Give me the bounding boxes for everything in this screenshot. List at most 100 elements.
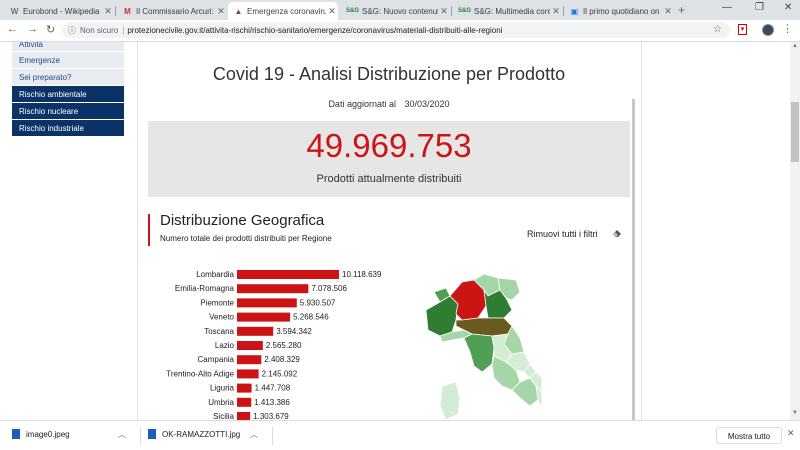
bar[interactable] [237, 383, 252, 393]
forward-arrow-icon[interactable]: → [27, 23, 38, 35]
divider [272, 427, 273, 445]
bar-category-label: Trentino-Alto Adige [166, 369, 234, 378]
bar[interactable] [237, 412, 251, 420]
restore-icon[interactable]: ❐ [755, 2, 764, 13]
close-tab-icon[interactable]: ✕ [662, 6, 674, 17]
section-subtitle: Numero totale dei prodotti distribuiti p… [160, 234, 332, 243]
tab-eurobond[interactable]: W Eurobond - Wikipedia ✕ [4, 2, 114, 20]
bar[interactable] [237, 326, 274, 336]
sg-icon: S&G [458, 7, 472, 14]
section-title: Distribuzione Geografica [160, 212, 325, 229]
bar-value-label: 7.078.506 [311, 284, 347, 293]
close-tab-icon[interactable]: ✕ [326, 6, 338, 17]
tab-title: S&G: Multimedia conte [474, 6, 550, 16]
url-text[interactable]: protezionecivile.gov.it/attivita-rischi/… [127, 26, 502, 35]
separator: | [122, 25, 125, 35]
tab-title: S&G: Nuovo contenuto [362, 6, 438, 16]
wikipedia-icon: W [10, 6, 19, 16]
update-date: 30/03/2020 [404, 99, 450, 109]
chevron-up-icon[interactable]: ︿ [118, 429, 126, 440]
bar[interactable] [237, 341, 263, 350]
bar-value-label: 2.145.092 [262, 369, 298, 378]
tab-title: Il primo quotidiano on [583, 6, 660, 16]
tab-sg-nuovo[interactable]: S&G S&G: Nuovo contenuto ✕ [340, 2, 450, 20]
gmail-icon: M [124, 6, 131, 16]
browser-menu-icon[interactable]: ⋮ [782, 22, 793, 35]
remove-filters-link[interactable]: Rimuovi tutti i filtri [527, 229, 598, 239]
bar-value-label: 1.413.386 [254, 398, 290, 407]
close-download-bar-icon[interactable]: ✕ [787, 428, 795, 439]
download-item[interactable]: image0.jpeg [12, 429, 70, 439]
bar[interactable] [237, 397, 252, 407]
bar-value-label: 10.118.639 [342, 270, 382, 279]
minimize-icon[interactable]: — [722, 2, 732, 13]
scrollbar-thumb[interactable] [791, 102, 799, 162]
download-filename: OK-RAMAZZOTTI.jpg [162, 429, 241, 439]
sidebar-item-rischio-nucleare[interactable]: Rischio nucleare [12, 103, 124, 120]
security-label: Non sicuro [80, 25, 119, 35]
section-accent-bar [148, 214, 150, 246]
close-window-icon[interactable]: ✕ [784, 2, 792, 13]
tab-title: Eurobond - Wikipedia [23, 6, 100, 16]
profile-avatar[interactable] [762, 24, 774, 36]
total-products-value: 49.969.753 [306, 127, 472, 164]
close-tab-icon[interactable]: ✕ [215, 6, 227, 17]
protezione-civile-icon: ▲ [234, 6, 243, 16]
tab-title: Il Commissario Arcuri: " [136, 6, 215, 16]
tab-sg-multimedia[interactable]: S&G S&G: Multimedia conte ✕ [452, 2, 562, 20]
page-scrollbar[interactable]: ▲ ▼ [790, 42, 800, 420]
chevron-up-icon[interactable]: ︿ [250, 429, 258, 440]
reload-icon[interactable]: ↻ [46, 23, 55, 36]
download-item[interactable]: OK-RAMAZZOTTI.jpg [148, 429, 240, 439]
scroll-down-icon[interactable]: ▼ [792, 410, 798, 416]
sidebar-item-sei-preparato[interactable]: Sei preparato? [12, 69, 124, 86]
back-arrow-icon[interactable]: ← [7, 23, 18, 35]
bar[interactable] [237, 312, 291, 322]
eraser-icon[interactable] [612, 228, 622, 238]
browser-toolbar: ← → ↻ ⓘ Non sicuro | protezionecivile.go… [0, 20, 800, 42]
bar-value-label: 3.594.342 [276, 327, 312, 336]
inner-scrollbar[interactable] [632, 99, 635, 420]
sidebar-nav: Attività Emergenze Sei preparato? Rischi… [12, 42, 124, 137]
scroll-up-icon[interactable]: ▲ [792, 43, 798, 49]
bar-category-label: Toscana [204, 327, 234, 336]
tab-quotidiano[interactable]: ▣ Il primo quotidiano on ✕ [564, 2, 674, 20]
address-bar[interactable]: ⓘ Non sicuro | protezionecivile.gov.it/a… [62, 22, 730, 38]
sidebar-item-attivita[interactable]: Attività [12, 42, 124, 52]
image-file-icon [148, 429, 156, 439]
bar[interactable] [237, 270, 339, 279]
sidebar-item-rischio-ambientale[interactable]: Rischio ambientale [12, 86, 124, 103]
new-tab-button[interactable]: + [678, 3, 685, 17]
page-title: Covid 19 - Analisi Distribuzione per Pro… [212, 64, 566, 84]
bar-category-label: Emilia-Romagna [175, 284, 235, 293]
close-tab-icon[interactable]: ✕ [550, 6, 562, 17]
info-icon[interactable]: ⓘ [68, 25, 76, 36]
bar-category-label: Lazio [215, 341, 235, 350]
image-file-icon [12, 429, 20, 439]
bar-category-label: Veneto [209, 313, 234, 322]
bar-category-label: Umbria [208, 398, 234, 407]
sidebar-item-emergenze[interactable]: Emergenze [12, 52, 124, 69]
bar-value-label: 2.565.280 [266, 341, 302, 350]
close-tab-icon[interactable]: ✕ [438, 6, 450, 17]
bar-category-label: Campania [198, 355, 235, 364]
bar-category-label: Sicilia [213, 412, 234, 420]
bar[interactable] [237, 369, 259, 379]
dashboard-embed: Covid 19 - Analisi Distribuzione per Pro… [138, 42, 640, 420]
map-region-toscana [463, 333, 495, 373]
close-tab-icon[interactable]: ✕ [102, 6, 114, 17]
page-viewport: Attività Emergenze Sei preparato? Rischi… [0, 42, 790, 420]
bar[interactable] [237, 284, 309, 294]
update-info: Dati aggiornati al 30/03/2020 [138, 99, 640, 109]
bar-value-label: 1.303.679 [253, 412, 289, 420]
tab-commissario[interactable]: M Il Commissario Arcuri: " ✕ [117, 2, 227, 20]
bookmark-star-icon[interactable]: ☆ [713, 24, 722, 35]
extension-icon[interactable]: ▾ [738, 24, 747, 35]
tab-emergenza[interactable]: ▲ Emergenza coronavirus ✕ [228, 2, 338, 20]
italy-map[interactable] [412, 274, 542, 420]
bar[interactable] [237, 355, 262, 365]
bar[interactable] [237, 298, 297, 308]
show-all-downloads-button[interactable]: Mostra tutto [716, 427, 782, 444]
bar-value-label: 5.268.546 [293, 313, 329, 322]
sidebar-item-rischio-industriale[interactable]: Rischio industriale [12, 120, 124, 137]
